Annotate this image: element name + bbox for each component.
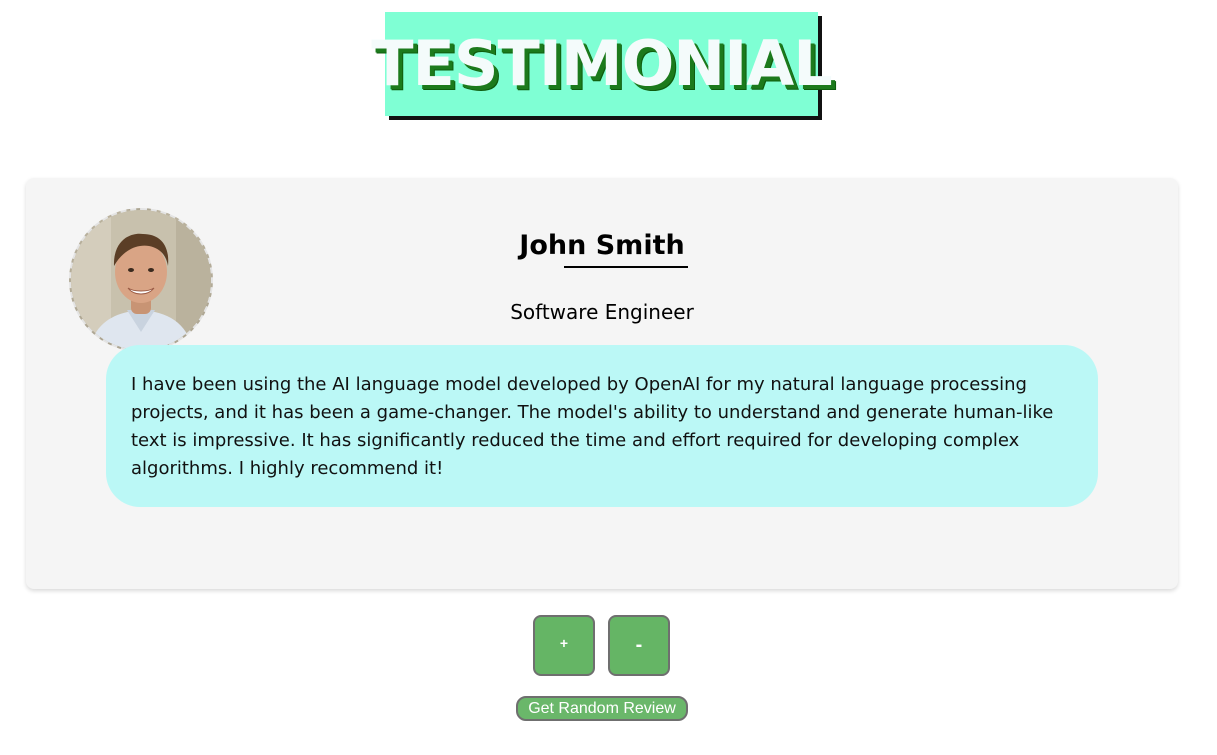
person-job-title: Software Engineer bbox=[510, 300, 694, 324]
person-name: John Smith bbox=[519, 230, 685, 261]
testimonial-card: John Smith Software Engineer I have been… bbox=[26, 178, 1178, 589]
title-banner: TESTIMONIAL bbox=[371, 12, 833, 116]
page-title: TESTIMONIAL bbox=[371, 27, 833, 100]
random-review-button[interactable]: Get Random Review bbox=[516, 696, 688, 721]
previous-review-button[interactable]: - bbox=[608, 615, 670, 676]
testimonial-page: TESTIMONIAL John Smith Software Engineer… bbox=[0, 0, 1217, 755]
next-review-button[interactable]: + bbox=[533, 615, 595, 676]
review-text: I have been using the AI language model … bbox=[106, 345, 1098, 507]
name-underline bbox=[564, 266, 688, 268]
